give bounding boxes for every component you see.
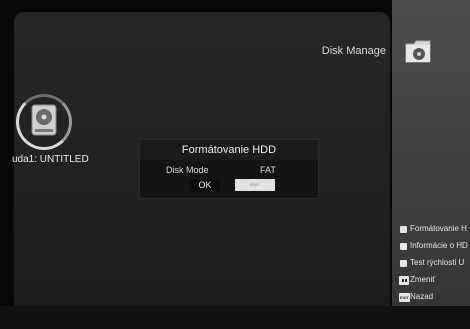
menu-item-label: Zmeniť <box>410 275 436 284</box>
screen: Disk Manage uda1: UNTITLED Formátovanie … <box>0 0 470 329</box>
options-menu: Formátovanie H Informácie o HD Test rých… <box>399 222 470 307</box>
menu-item-speed-test[interactable]: Test rýchlosti U <box>399 256 470 273</box>
ok-button[interactable]: OK <box>190 179 220 192</box>
menu-item-change[interactable]: Zmeniť <box>399 273 470 290</box>
menu-item-back[interactable]: EXIT Nazad <box>399 290 470 307</box>
disk-mode-value[interactable]: FAT <box>260 165 276 175</box>
device-label: uda1: UNTITLED <box>12 154 89 165</box>
hard-disk-icon <box>31 104 57 136</box>
folder-disk-icon <box>405 40 431 63</box>
exit-button[interactable]: EXIT <box>235 179 275 191</box>
disk-mode-label: Disk Mode <box>166 165 209 175</box>
square-bullet-icon <box>400 243 407 250</box>
menu-item-label: Test rýchlosti U <box>410 258 465 267</box>
format-dialog: Formátovanie HDD Disk Mode FAT OK EXIT <box>140 140 318 198</box>
exit-key-icon: EXIT <box>399 293 410 302</box>
square-bullet-icon <box>400 260 407 267</box>
square-bullet-icon <box>400 226 407 233</box>
menu-item-format[interactable]: Formátovanie H <box>399 222 470 239</box>
menu-item-label: Nazad <box>410 292 434 301</box>
menu-item-label: Formátovanie H <box>410 224 467 233</box>
menu-item-label: Informácie o HD <box>410 241 468 250</box>
bottom-bar <box>0 306 470 329</box>
menu-item-info[interactable]: Informácie o HD <box>399 239 470 256</box>
dialog-title: Formátovanie HDD <box>140 140 318 160</box>
left-right-key-icon <box>399 276 409 285</box>
page-title: Disk Manage <box>321 45 386 57</box>
